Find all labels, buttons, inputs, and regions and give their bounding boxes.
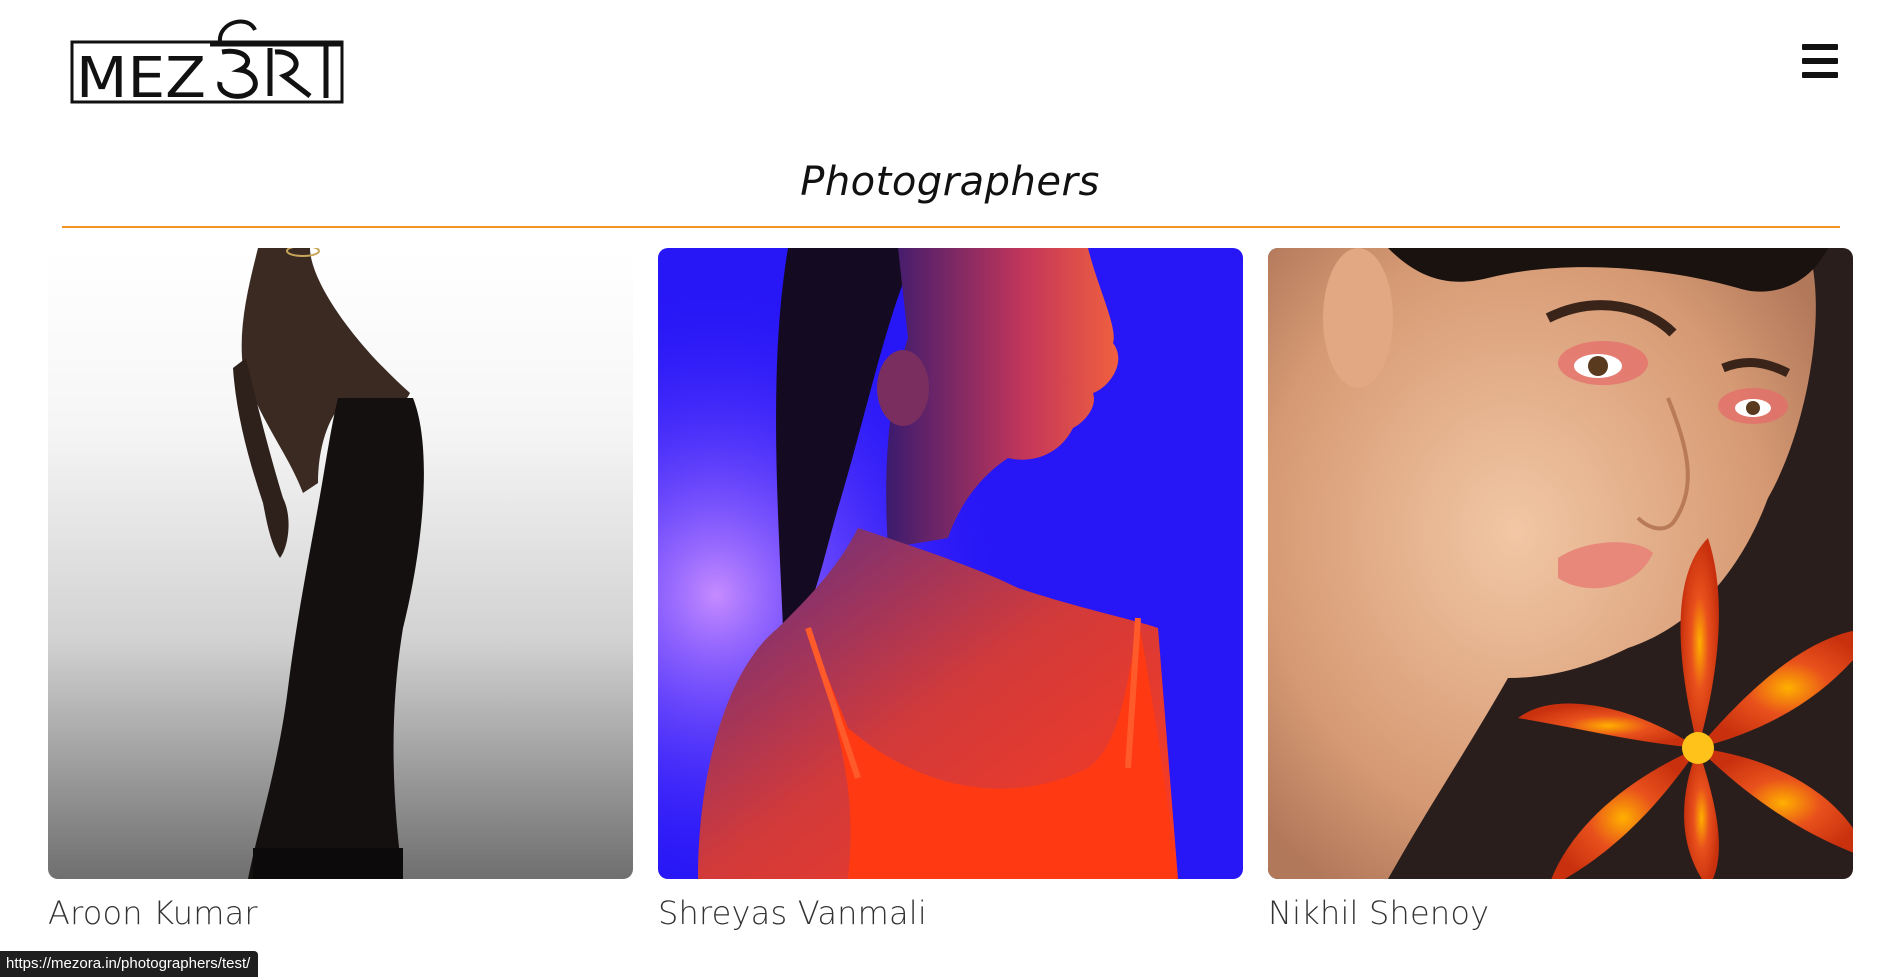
site-logo[interactable]: MEZ <box>70 12 344 111</box>
menu-bar-middle <box>1802 58 1838 64</box>
photographer-photo[interactable] <box>658 248 1243 879</box>
hamburger-menu-icon[interactable] <box>1800 44 1840 78</box>
photographer-name-link[interactable]: Aroon Kumar <box>48 891 633 935</box>
link-preview-status-bar: https://mezora.in/photographers/test/ <box>0 951 259 977</box>
photographer-photo[interactable] <box>1268 248 1853 879</box>
menu-bar-top <box>1802 44 1838 50</box>
title-divider <box>62 226 1840 228</box>
photographer-card-aroon-kumar[interactable]: Aroon Kumar <box>48 248 633 935</box>
svg-text:MEZ: MEZ <box>76 46 206 104</box>
page-title: Photographers <box>800 159 1100 205</box>
photographer-card-shreyas-vanmali[interactable]: Shreyas Vanmali <box>658 248 1243 935</box>
photographer-name-link[interactable]: Shreyas Vanmali <box>658 891 1243 935</box>
photographer-name-link[interactable]: Nikhil Shenoy <box>1268 891 1853 935</box>
photographer-photo[interactable] <box>48 248 633 879</box>
menu-bar-bottom <box>1802 72 1838 78</box>
photographer-card-nikhil-shenoy[interactable]: Nikhil Shenoy <box>1268 248 1853 935</box>
